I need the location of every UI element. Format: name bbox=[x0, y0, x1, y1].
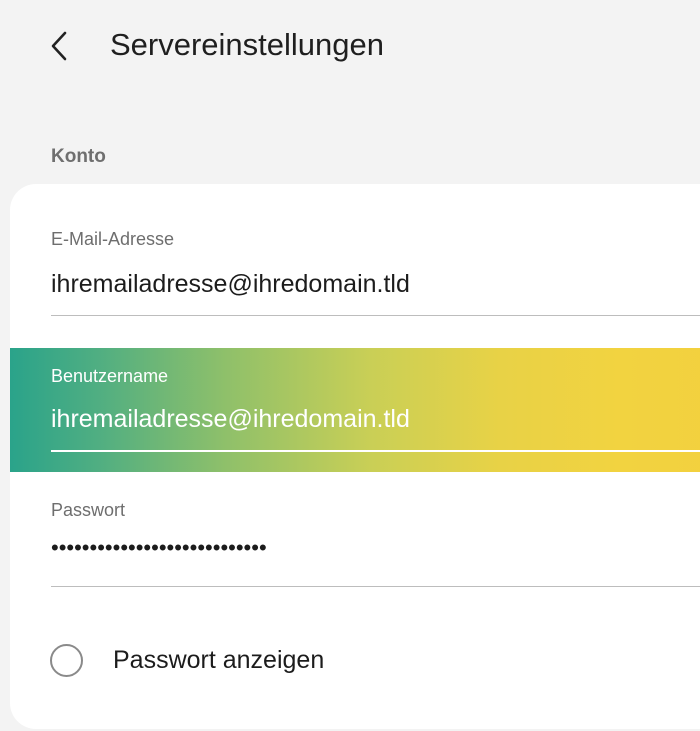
show-password-label: Passwort anzeigen bbox=[113, 645, 325, 674]
username-field-value[interactable]: ihremailadresse@ihredomain.tld bbox=[51, 405, 410, 434]
password-field[interactable]: Passwort •••••••••••••••••••••••••••• bbox=[10, 494, 700, 589]
username-field-underline bbox=[51, 450, 700, 452]
email-field-label: E-Mail-Adresse bbox=[51, 229, 175, 249]
password-field-label: Passwort bbox=[51, 500, 126, 520]
username-field-label: Benutzername bbox=[51, 366, 169, 386]
show-password-checkbox[interactable] bbox=[50, 643, 83, 677]
email-field-value[interactable]: ihremailadresse@ihredomain.tld bbox=[51, 270, 410, 299]
username-field[interactable]: Benutzername ihremailadresse@ihredomain.… bbox=[10, 348, 700, 472]
email-field[interactable]: E-Mail-Adresse ihremailadresse@ihredomai… bbox=[10, 224, 700, 319]
back-button[interactable] bbox=[50, 24, 84, 68]
section-label-account: Konto bbox=[51, 146, 106, 167]
app-header: Servereinstellungen bbox=[0, 0, 700, 95]
password-field-underline bbox=[51, 586, 700, 587]
page-title: Servereinstellungen bbox=[110, 27, 385, 62]
chevron-left-icon bbox=[51, 31, 67, 61]
show-password-toggle[interactable]: Passwort anzeigen bbox=[50, 640, 450, 680]
email-field-underline bbox=[51, 315, 700, 316]
account-card: E-Mail-Adresse ihremailadresse@ihredomai… bbox=[10, 184, 700, 729]
password-field-value[interactable]: •••••••••••••••••••••••••••• bbox=[51, 535, 267, 561]
